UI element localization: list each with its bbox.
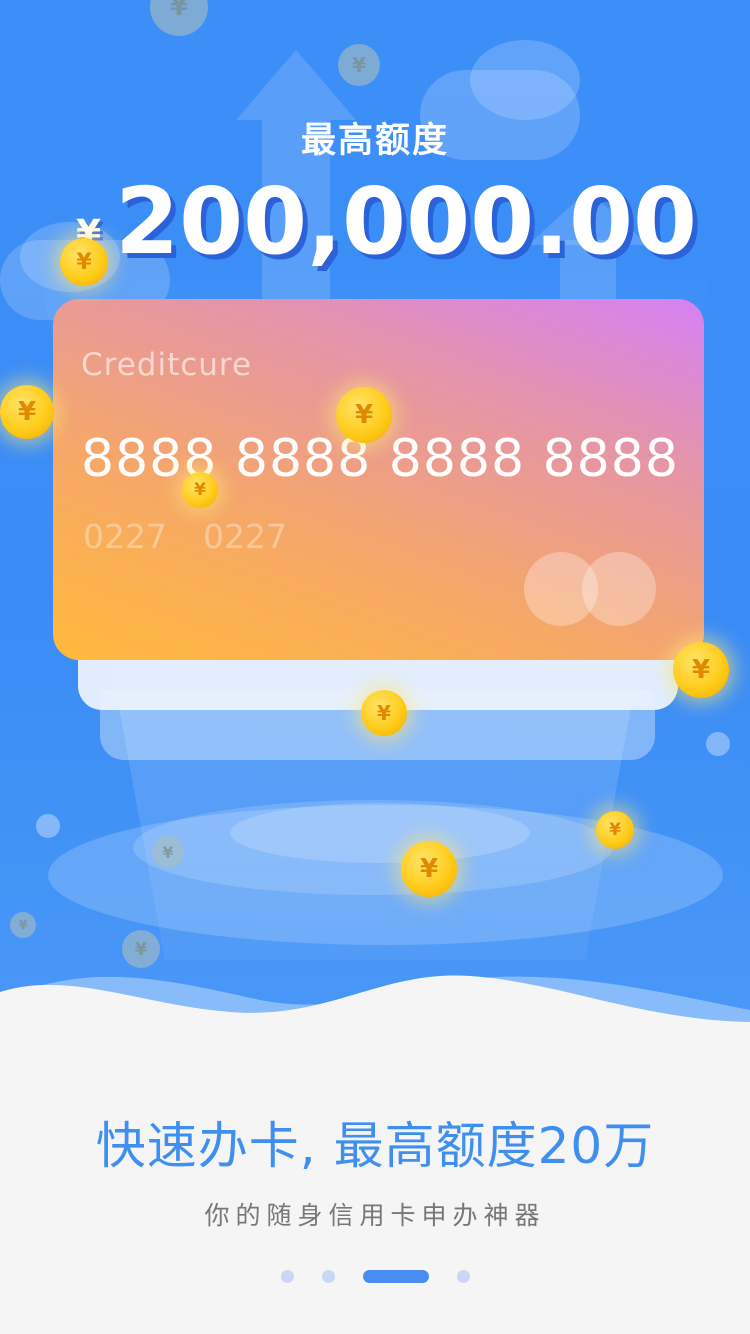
coin-icon: ¥ bbox=[150, 0, 208, 36]
card-brand: Creditcure bbox=[81, 347, 253, 383]
coin-icon: ¥ bbox=[336, 387, 392, 443]
page-dot-active[interactable] bbox=[362, 1269, 429, 1283]
credit-card: Creditcure 8888 8888 8888 8888 0227 0227 bbox=[53, 299, 704, 660]
headline: 快速办卡, 最高额度20万 bbox=[95, 1117, 655, 1175]
coin-icon: ¥ bbox=[0, 385, 54, 439]
card-number: 8888 8888 8888 8888 bbox=[81, 429, 679, 489]
coin-icon: ¥ bbox=[673, 642, 729, 698]
platform-inner bbox=[230, 803, 530, 863]
cloud-decoration bbox=[470, 40, 580, 120]
amount-value: 200,000.00 bbox=[115, 168, 698, 275]
coin-icon: ¥ bbox=[361, 690, 407, 736]
max-limit-label: 最高额度 bbox=[300, 121, 449, 161]
sparkle-dot bbox=[706, 732, 730, 756]
coin-icon: ¥ bbox=[596, 811, 634, 849]
page-dot[interactable] bbox=[321, 1269, 335, 1283]
card-date-left: 0227 bbox=[83, 517, 167, 556]
coin-icon: ¥ bbox=[338, 44, 380, 86]
page-indicator bbox=[0, 1268, 750, 1284]
subheadline: 你的随身信用卡申办神器 bbox=[204, 1201, 546, 1230]
coin-icon: ¥ bbox=[182, 472, 218, 508]
card-network-logo bbox=[582, 552, 656, 626]
coin-icon: ¥ bbox=[401, 841, 457, 897]
max-limit-amount: ¥ 200,000.00 bbox=[76, 162, 697, 272]
coin-icon: ¥ bbox=[10, 912, 36, 938]
coin-icon: ¥ bbox=[60, 238, 108, 286]
card-date-right: 0227 bbox=[203, 517, 287, 556]
sparkle-dot bbox=[36, 814, 60, 838]
coin-icon: ¥ bbox=[152, 836, 184, 868]
page-dot[interactable] bbox=[456, 1269, 470, 1283]
page-dot[interactable] bbox=[280, 1269, 294, 1283]
